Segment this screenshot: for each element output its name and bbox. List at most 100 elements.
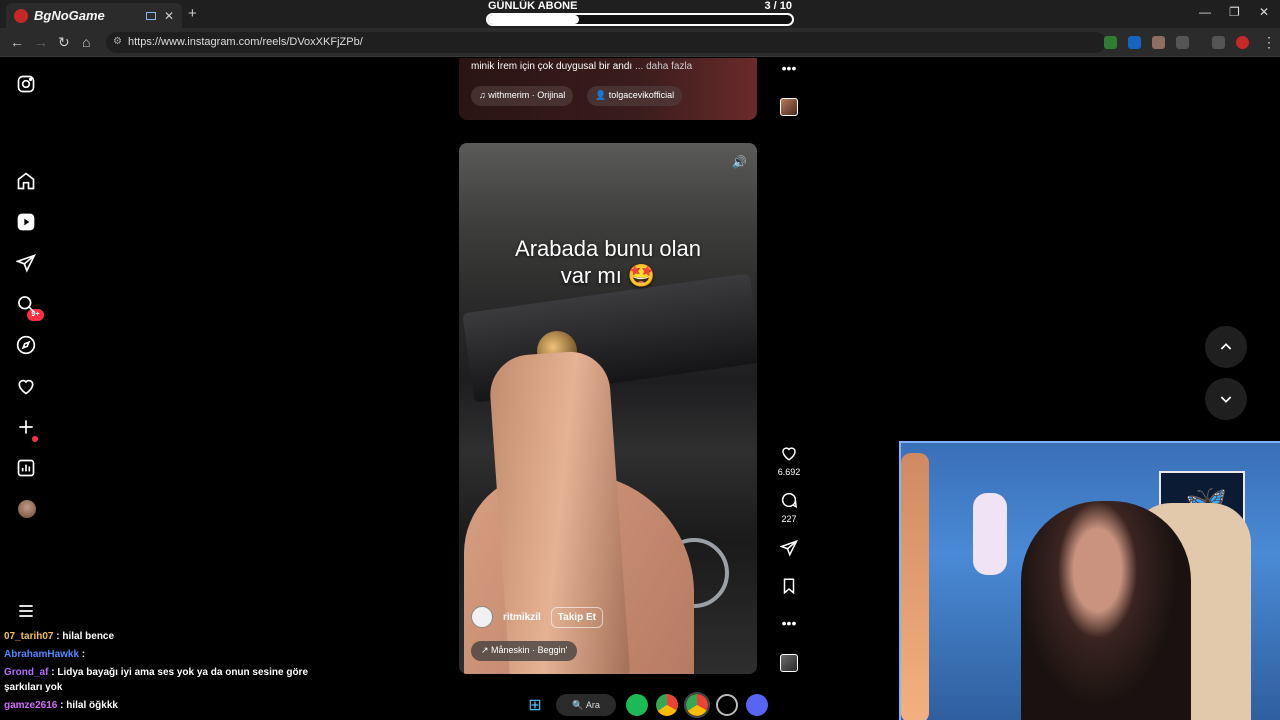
chrome-icon[interactable] xyxy=(656,694,678,716)
messages-icon[interactable] xyxy=(16,253,36,273)
windows-start-icon[interactable]: ⊞ xyxy=(524,694,546,716)
tagged-user-chip[interactable]: 👤 tolgacevikofficial xyxy=(587,86,683,106)
tab-title: BgNoGame xyxy=(34,8,105,23)
prev-more-options-icon[interactable]: ••• xyxy=(775,60,803,76)
chat-message: 07_tarih07 : hilal bence xyxy=(0,627,312,645)
overlay-line-2: var mı 🤩 xyxy=(560,263,656,288)
url-text: https://www.instagram.com/reels/DVoxXKFj… xyxy=(128,36,363,48)
subscriber-goal-widget: GÜNLÜK ABONE 3 / 10 xyxy=(484,0,796,28)
reel-video[interactable]: 🔊 Arabada bunu olan var mı 🤩 ritmikzil T… xyxy=(459,143,757,674)
previous-reel-button[interactable] xyxy=(1205,326,1247,368)
overlay-line-1: Arabada bunu olan xyxy=(515,236,701,261)
chat-username[interactable]: AbrahamHawkk xyxy=(4,649,79,660)
taskbar-search-label: Ara xyxy=(585,700,600,710)
heart-icon xyxy=(782,447,796,461)
subscriber-goal-count: 3 / 10 xyxy=(764,0,792,12)
browser-tab-bar: BgNoGame ✕ + GÜNLÜK ABONE 3 / 10 — ❐ ✕ xyxy=(0,0,1280,28)
chevron-up-icon xyxy=(1220,343,1232,350)
reels-icon[interactable] xyxy=(16,212,36,232)
save-action[interactable] xyxy=(775,577,803,600)
tagged-user-label: tolgacevikofficial xyxy=(608,90,675,100)
chat-text: : Lidya bayağı iyi ama ses yok ya da onu… xyxy=(4,667,308,693)
previous-reel-card[interactable]: minik İrem için çok duygusal bir andı ..… xyxy=(459,58,757,120)
volume-icon[interactable]: 🔊 xyxy=(732,155,747,169)
stream-chat: 07_tarih07 : hilal bence AbrahamHawkk : G… xyxy=(0,627,312,714)
chat-username[interactable]: gamze2616 xyxy=(4,700,57,711)
extension-icon[interactable] xyxy=(1152,36,1165,49)
app-icon[interactable] xyxy=(716,694,738,716)
subscriber-goal-fill xyxy=(488,15,580,24)
instagram-logo-icon[interactable] xyxy=(16,74,36,94)
spotify-icon[interactable] xyxy=(626,694,648,716)
subscriber-goal-label: GÜNLÜK ABONE xyxy=(488,0,578,12)
microphone-image xyxy=(973,493,1007,575)
discord-icon[interactable] xyxy=(746,694,768,716)
close-window-button[interactable]: ✕ xyxy=(1259,5,1269,19)
mic-arm-image xyxy=(901,453,929,720)
more-link[interactable]: ... daha fazla xyxy=(635,61,692,72)
taskbar: ⊞ 🔍 Ara xyxy=(520,690,772,720)
url-field[interactable]: ⚙ https://www.instagram.com/reels/DVoxXK… xyxy=(106,32,1106,53)
forward-arrow-icon[interactable]: → xyxy=(34,34,48,50)
prev-audio-thumbnail[interactable] xyxy=(780,98,798,116)
chat-message: Grond_af : Lidya bayağı iyi ama ses yok … xyxy=(0,663,312,696)
more-menu-icon[interactable] xyxy=(16,601,36,621)
webcam-overlay xyxy=(899,441,1280,720)
picture-in-picture-icon[interactable] xyxy=(145,11,156,20)
previous-reel-caption: minik İrem için çok duygusal bir andı ..… xyxy=(471,61,692,72)
chat-username[interactable]: Grond_af xyxy=(4,667,48,678)
create-plus-icon[interactable] xyxy=(16,417,36,437)
audio-chip-label: withmerim · Orijinal xyxy=(488,90,566,100)
profile-avatar[interactable] xyxy=(18,500,36,518)
chat-message: gamze2616 : hilal öğkkk xyxy=(0,696,312,714)
shield-extension-icon[interactable] xyxy=(1104,36,1117,49)
chat-username[interactable]: 07_tarih07 xyxy=(4,631,53,642)
tab-favicon-icon xyxy=(14,8,28,23)
home-icon[interactable]: ⌂ xyxy=(82,34,90,50)
notifications-heart-icon[interactable] xyxy=(16,376,36,396)
minimize-button[interactable]: — xyxy=(1199,5,1211,19)
dashboard-icon[interactable] xyxy=(16,458,36,478)
like-action[interactable]: 6.692 xyxy=(775,444,803,477)
song-chip[interactable]: ↗ Måneskin · Beggin' xyxy=(471,641,578,661)
puzzle-icon[interactable] xyxy=(1176,36,1189,49)
extension-icon[interactable] xyxy=(1128,36,1141,49)
site-info-icon[interactable]: ⚙ xyxy=(113,36,122,47)
back-arrow-icon[interactable]: ← xyxy=(10,34,24,50)
chat-text: : hilal öğkkk xyxy=(57,700,118,711)
more-options-icon[interactable]: ••• xyxy=(775,615,803,631)
streamer-image xyxy=(1021,501,1191,720)
audio-thumbnail[interactable] xyxy=(780,654,798,672)
reading-list-icon[interactable] xyxy=(1212,36,1225,49)
audio-chip[interactable]: ♫ withmerim · Orijinal xyxy=(471,86,574,106)
browser-tab[interactable]: BgNoGame ✕ xyxy=(6,3,182,28)
comment-count: 227 xyxy=(781,514,797,524)
profile-avatar-icon[interactable] xyxy=(1236,36,1249,49)
close-tab-icon[interactable]: ✕ xyxy=(164,9,174,23)
caption-text: minik İrem için çok duygusal bir andı xyxy=(471,61,633,72)
author-avatar[interactable] xyxy=(471,606,493,628)
follow-button[interactable]: Takip Et xyxy=(550,606,603,628)
subscriber-goal-bar xyxy=(486,13,794,26)
search-icon[interactable] xyxy=(16,294,36,314)
reel-author: ritmikzil Takip Et xyxy=(471,606,603,628)
comment-action[interactable]: 227 xyxy=(775,491,803,524)
bookmark-icon xyxy=(783,578,795,595)
chevron-down-icon xyxy=(1220,396,1232,403)
song-label: Måneskin · Beggin' xyxy=(491,645,568,655)
chat-text: : hilal bence xyxy=(53,631,115,642)
share-icon xyxy=(779,539,798,557)
reel-overlay-text: Arabada bunu olan var mı 🤩 xyxy=(459,235,757,289)
maximize-button[interactable]: ❐ xyxy=(1229,5,1240,19)
taskbar-search[interactable]: 🔍 Ara xyxy=(556,694,616,716)
browser-menu-icon[interactable]: ⋮ xyxy=(1262,34,1276,51)
new-tab-button[interactable]: + xyxy=(188,5,197,22)
author-name[interactable]: ritmikzil xyxy=(503,612,541,623)
comment-icon xyxy=(781,492,798,509)
next-reel-button[interactable] xyxy=(1205,378,1247,420)
explore-compass-icon[interactable] xyxy=(16,335,36,355)
reload-icon[interactable]: ↻ xyxy=(58,34,70,51)
home-icon[interactable] xyxy=(16,171,36,191)
chrome-active-icon[interactable] xyxy=(684,692,710,718)
share-action[interactable] xyxy=(775,539,803,562)
